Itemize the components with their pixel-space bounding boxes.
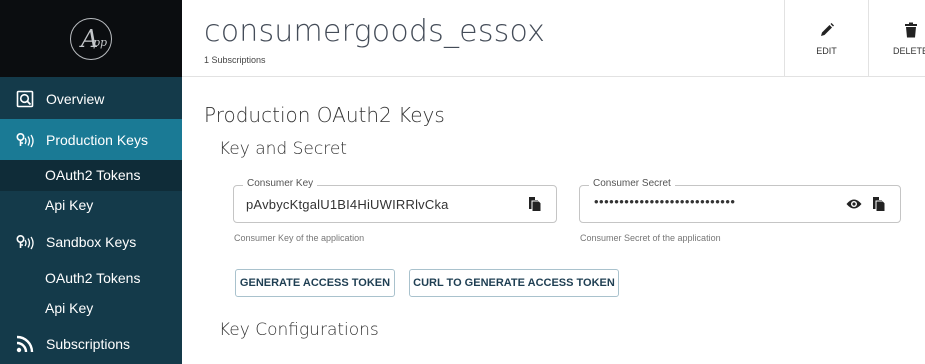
page-title: consumergoods_essox <box>204 14 546 49</box>
overview-icon <box>16 90 34 108</box>
sidebar-item-sandbox-keys[interactable]: Sandbox Keys <box>0 229 182 255</box>
key-icon <box>16 131 34 149</box>
key-configurations-heading: Key Configurations <box>219 320 379 340</box>
sidebar-item-label: Overview <box>46 91 105 107</box>
consumer-secret-helper: Consumer Secret of the application <box>580 233 721 243</box>
app-header: consumergoods_essox 1 Subscriptions EDIT… <box>182 0 925 77</box>
sidebar-item-label: Subscriptions <box>46 336 131 352</box>
eye-icon[interactable] <box>846 197 862 213</box>
sidebar-item-label: Production Keys <box>46 131 148 148</box>
consumer-key-field[interactable]: Consumer Key pAvbycKtgalU1BI4HiUWIRRlvCk… <box>233 178 557 223</box>
subscriptions-icon <box>16 335 34 353</box>
edit-button[interactable]: EDIT <box>784 0 868 77</box>
key-icon <box>16 233 34 251</box>
sidebar-item-label: Sandbox Keys <box>46 234 137 250</box>
consumer-secret-label: Consumer Secret <box>589 178 675 189</box>
consumer-secret-field[interactable]: Consumer Secret ••••••••••••••••••••••••… <box>579 178 901 223</box>
pencil-icon <box>820 22 834 36</box>
sidebar-item-production-keys[interactable]: Production Keys <box>0 119 182 160</box>
subscription-count: 1 Subscriptions <box>204 55 266 65</box>
sidebar-item-sandbox-api-key[interactable]: Api Key <box>45 300 93 316</box>
trash-icon <box>904 22 917 37</box>
curl-generate-token-button[interactable]: CURL TO GENERATE ACCESS TOKEN <box>409 269 619 297</box>
logo-area: App <box>0 0 182 77</box>
app-logo[interactable]: App <box>70 17 112 60</box>
sidebar: App Overview Production Keys OAuth2 Toke… <box>0 0 182 364</box>
delete-label: DELETE <box>892 45 925 56</box>
sidebar-item-production-api-key[interactable]: Api Key <box>45 197 93 213</box>
consumer-key-value[interactable]: pAvbycKtgalU1BI4HiUWIRRlvCka <box>246 197 449 212</box>
copy-icon[interactable] <box>872 196 888 212</box>
sidebar-item-production-oauth2-tokens[interactable]: OAuth2 Tokens <box>45 167 140 183</box>
consumer-secret-value[interactable]: •••••••••••••••••••••••••••• <box>594 194 735 209</box>
sidebar-item-sandbox-oauth2-tokens[interactable]: OAuth2 Tokens <box>45 270 140 286</box>
sidebar-item-subscriptions[interactable]: Subscriptions <box>0 331 182 357</box>
copy-icon[interactable] <box>528 196 544 212</box>
generate-access-token-button[interactable]: GENERATE ACCESS TOKEN <box>235 269 395 297</box>
sidebar-item-overview[interactable]: Overview <box>0 86 182 112</box>
edit-label: EDIT <box>816 45 837 56</box>
section-title: Production OAuth2 Keys <box>204 103 445 127</box>
delete-button[interactable]: DELETE <box>868 0 925 77</box>
consumer-key-label: Consumer Key <box>243 178 318 189</box>
key-secret-heading: Key and Secret <box>219 139 347 159</box>
consumer-key-helper: Consumer Key of the application <box>234 233 365 243</box>
